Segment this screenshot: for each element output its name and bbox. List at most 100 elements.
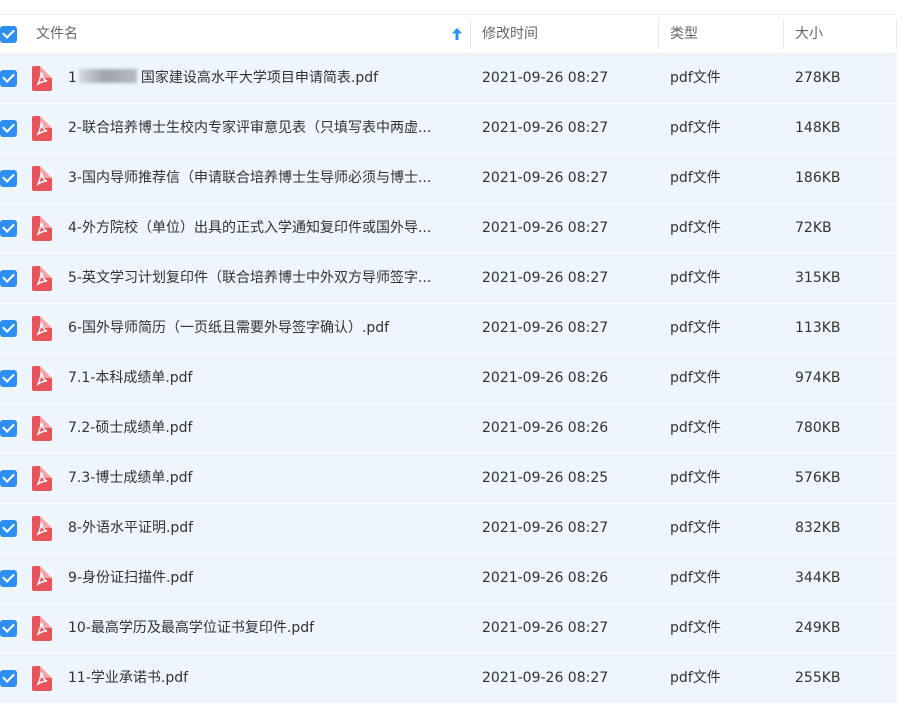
file-name-text: 7.3-博士成绩单.pdf (68, 470, 193, 486)
row-checkbox[interactable] (0, 420, 17, 437)
file-row[interactable]: 2-联合培养博士生校内专家评审意见表（只填写表中两虚... 2021-09-26… (0, 104, 897, 154)
file-row[interactable]: 1 国家建设高水平大学项目申请简表.pdf 2021-09-26 08:27 pd… (0, 54, 897, 104)
column-separator[interactable] (470, 19, 471, 49)
row-checkbox[interactable] (0, 270, 17, 287)
file-modified-time: 2021-09-26 08:26 (482, 370, 609, 386)
row-checkbox[interactable] (0, 170, 17, 187)
file-size: 315KB (795, 270, 841, 286)
file-type: pdf文件 (670, 470, 721, 486)
file-type: pdf文件 (670, 70, 721, 86)
column-header-name[interactable]: 文件名 (36, 15, 78, 53)
column-header-type[interactable]: 类型 (670, 15, 698, 53)
file-type: pdf文件 (670, 120, 721, 136)
file-name[interactable]: 7.1-本科成绩单.pdf (68, 354, 460, 403)
file-name-text: 国家建设高水平大学项目申请简表.pdf (140, 70, 379, 86)
file-list: 1 国家建设高水平大学项目申请简表.pdf 2021-09-26 08:27 pd… (0, 54, 897, 704)
file-name[interactable]: 8-外语水平证明.pdf (68, 504, 460, 553)
row-checkbox[interactable] (0, 620, 17, 637)
file-type: pdf文件 (670, 270, 721, 286)
file-name[interactable]: 7.2-硕士成绩单.pdf (68, 404, 460, 453)
file-name-text: 11-学业承诺书.pdf (68, 670, 189, 686)
column-separator[interactable] (896, 19, 897, 49)
column-header-time[interactable]: 修改时间 (482, 15, 538, 53)
file-type: pdf文件 (670, 170, 721, 186)
file-row[interactable]: 7.3-博士成绩单.pdf 2021-09-26 08:25 pdf文件 576… (0, 454, 897, 504)
file-table: 文件名 修改时间 类型 大小 1 国家建设高水平大学项目申请简表.pdf 2021… (0, 14, 897, 704)
file-size: 576KB (795, 470, 841, 486)
row-checkbox[interactable] (0, 120, 17, 137)
file-name-text: 3-国内导师推荐信（申请联合培养博士生导师必须与博士... (68, 170, 432, 186)
file-name[interactable]: 1 国家建设高水平大学项目申请简表.pdf (68, 54, 460, 103)
file-row[interactable]: 10-最高学历及最高学位证书复印件.pdf 2021-09-26 08:27 p… (0, 604, 897, 654)
column-header-size[interactable]: 大小 (795, 15, 823, 53)
row-checkbox[interactable] (0, 220, 17, 237)
file-name-text: 10-最高学历及最高学位证书复印件.pdf (68, 620, 315, 636)
file-name-text: 2-联合培养博士生校内专家评审意见表（只填写表中两虚... (68, 120, 432, 136)
file-name-text: 4-外方院校（单位）出具的正式入学通知复印件或国外导... (68, 220, 432, 236)
file-size: 832KB (795, 520, 841, 536)
file-row[interactable]: 4-外方院校（单位）出具的正式入学通知复印件或国外导... 2021-09-26… (0, 204, 897, 254)
row-checkbox[interactable] (0, 670, 17, 687)
pdf-file-icon (32, 616, 52, 641)
pdf-file-icon (32, 66, 52, 91)
file-name[interactable]: 7.3-博士成绩单.pdf (68, 454, 460, 503)
file-size: 186KB (795, 170, 841, 186)
file-modified-time: 2021-09-26 08:27 (482, 220, 609, 236)
file-size: 974KB (795, 370, 841, 386)
file-name[interactable]: 3-国内导师推荐信（申请联合培养博士生导师必须与博士... (68, 154, 460, 203)
file-type: pdf文件 (670, 520, 721, 536)
file-name[interactable]: 11-学业承诺书.pdf (68, 654, 460, 703)
file-modified-time: 2021-09-26 08:27 (482, 670, 609, 686)
file-size: 113KB (795, 320, 841, 336)
file-name[interactable]: 2-联合培养博士生校内专家评审意见表（只填写表中两虚... (68, 104, 460, 153)
row-checkbox[interactable] (0, 370, 17, 387)
file-row[interactable]: 5-英文学习计划复印件（联合培养博士中外双方导师签字... 2021-09-26… (0, 254, 897, 304)
file-size: 148KB (795, 120, 841, 136)
pdf-file-icon (32, 566, 52, 591)
pdf-file-icon (32, 116, 52, 141)
pdf-file-icon (32, 516, 52, 541)
file-row[interactable]: 11-学业承诺书.pdf 2021-09-26 08:27 pdf文件 255K… (0, 654, 897, 704)
row-checkbox[interactable] (0, 520, 17, 537)
file-size: 344KB (795, 570, 841, 586)
file-modified-time: 2021-09-26 08:26 (482, 570, 609, 586)
file-size: 278KB (795, 70, 841, 86)
file-name[interactable]: 4-外方院校（单位）出具的正式入学通知复印件或国外导... (68, 204, 460, 253)
file-name-text: 9-身份证扫描件.pdf (68, 570, 194, 586)
sort-ascending-icon[interactable] (451, 27, 463, 41)
file-modified-time: 2021-09-26 08:25 (482, 470, 609, 486)
file-name-text: 8-外语水平证明.pdf (68, 520, 194, 536)
row-checkbox[interactable] (0, 470, 17, 487)
file-modified-time: 2021-09-26 08:27 (482, 320, 609, 336)
table-header: 文件名 修改时间 类型 大小 (0, 14, 897, 54)
column-separator[interactable] (783, 19, 784, 49)
file-modified-time: 2021-09-26 08:27 (482, 70, 609, 86)
file-size: 72KB (795, 220, 832, 236)
file-row[interactable]: 6-国外导师简历（一页纸且需要外导签字确认）.pdf 2021-09-26 08… (0, 304, 897, 354)
file-name[interactable]: 6-国外导师简历（一页纸且需要外导签字确认）.pdf (68, 304, 460, 353)
file-row[interactable]: 7.1-本科成绩单.pdf 2021-09-26 08:26 pdf文件 974… (0, 354, 897, 404)
column-separator[interactable] (658, 19, 659, 49)
file-name[interactable]: 9-身份证扫描件.pdf (68, 554, 460, 603)
file-type: pdf文件 (670, 370, 721, 386)
file-modified-time: 2021-09-26 08:27 (482, 270, 609, 286)
file-name-text: 6-国外导师简历（一页纸且需要外导签字确认）.pdf (68, 320, 390, 336)
file-size: 780KB (795, 420, 841, 436)
file-name[interactable]: 10-最高学历及最高学位证书复印件.pdf (68, 604, 460, 653)
file-row[interactable]: 3-国内导师推荐信（申请联合培养博士生导师必须与博士... 2021-09-26… (0, 154, 897, 204)
file-name[interactable]: 5-英文学习计划复印件（联合培养博士中外双方导师签字... (68, 254, 460, 303)
row-checkbox[interactable] (0, 320, 17, 337)
file-size: 255KB (795, 670, 841, 686)
file-row[interactable]: 8-外语水平证明.pdf 2021-09-26 08:27 pdf文件 832K… (0, 504, 897, 554)
file-size: 249KB (795, 620, 841, 636)
file-type: pdf文件 (670, 620, 721, 636)
pdf-file-icon (32, 366, 52, 391)
file-row[interactable]: 7.2-硕士成绩单.pdf 2021-09-26 08:26 pdf文件 780… (0, 404, 897, 454)
file-row[interactable]: 9-身份证扫描件.pdf 2021-09-26 08:26 pdf文件 344K… (0, 554, 897, 604)
pdf-file-icon (32, 166, 52, 191)
row-checkbox[interactable] (0, 570, 17, 587)
select-all-checkbox[interactable] (0, 26, 17, 43)
file-type: pdf文件 (670, 670, 721, 686)
file-type: pdf文件 (670, 570, 721, 586)
row-checkbox[interactable] (0, 70, 17, 87)
